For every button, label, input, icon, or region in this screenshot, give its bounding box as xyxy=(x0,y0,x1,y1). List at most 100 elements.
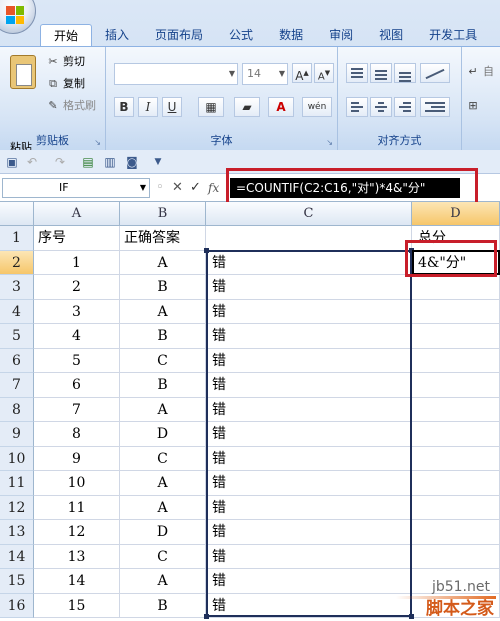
cell-a9[interactable]: 8 xyxy=(34,422,120,447)
tab-review[interactable]: 审阅 xyxy=(316,24,366,46)
cell-c8[interactable]: 错 xyxy=(206,397,412,422)
cell-b9[interactable]: D xyxy=(120,422,206,447)
redo-icon[interactable]: ↷ xyxy=(52,154,68,170)
select-all-corner[interactable] xyxy=(0,202,34,226)
cell-b3[interactable]: B xyxy=(120,275,206,300)
row-header-13[interactable]: 13 xyxy=(0,520,34,545)
cell-d10[interactable] xyxy=(412,446,500,471)
cell-a5[interactable]: 4 xyxy=(34,324,120,349)
cell-a2[interactable]: 1 xyxy=(34,250,120,275)
cell-a12[interactable]: 11 xyxy=(34,495,120,520)
row-header-15[interactable]: 15 xyxy=(0,569,34,594)
dialog-launcher-icon[interactable]: ↘ xyxy=(326,138,333,147)
wrap-text-button[interactable]: ↵ 自 xyxy=(466,63,494,81)
save-icon[interactable]: ▣ xyxy=(4,154,20,170)
cell-c15[interactable]: 错 xyxy=(206,569,412,594)
tab-developer[interactable]: 开发工具 xyxy=(416,24,490,46)
align-left-icon[interactable] xyxy=(346,97,368,117)
cell-b16[interactable]: B xyxy=(120,593,206,618)
align-bottom-icon[interactable] xyxy=(394,63,416,83)
undo-icon[interactable]: ↶ xyxy=(24,154,40,170)
cell-d9[interactable] xyxy=(412,422,500,447)
cell-b7[interactable]: B xyxy=(120,373,206,398)
row-header-9[interactable]: 9 xyxy=(0,422,34,447)
tab-insert[interactable]: 插入 xyxy=(92,24,142,46)
cell-c7[interactable]: 错 xyxy=(206,373,412,398)
office-button[interactable] xyxy=(0,0,36,34)
cell-d7[interactable] xyxy=(412,373,500,398)
insert-function-button[interactable]: fx xyxy=(208,179,219,197)
cell-d14[interactable] xyxy=(412,544,500,569)
column-header-a[interactable]: A xyxy=(34,202,120,226)
cell-a4[interactable]: 3 xyxy=(34,299,120,324)
paste-icon[interactable] xyxy=(10,55,36,89)
cell-b5[interactable]: B xyxy=(120,324,206,349)
copy-button[interactable]: ⧉ 复制 xyxy=(46,75,85,93)
cell-c5[interactable]: 错 xyxy=(206,324,412,349)
cell-c11[interactable]: 错 xyxy=(206,471,412,496)
cell-c14[interactable]: 错 xyxy=(206,544,412,569)
cell-a6[interactable]: 5 xyxy=(34,348,120,373)
column-header-b[interactable]: B xyxy=(120,202,206,226)
cell-d6[interactable] xyxy=(412,348,500,373)
cell-a10[interactable]: 9 xyxy=(34,446,120,471)
row-header-2[interactable]: 2 xyxy=(0,250,34,275)
row-header-10[interactable]: 10 xyxy=(0,446,34,471)
row-header-16[interactable]: 16 xyxy=(0,593,34,618)
cell-b1[interactable]: 正确答案 xyxy=(120,226,206,251)
spreadsheet-icon[interactable]: ▤ xyxy=(80,154,96,170)
cell-c1[interactable] xyxy=(206,226,412,251)
bold-button[interactable]: B xyxy=(114,97,134,117)
orientation-icon[interactable] xyxy=(420,63,450,83)
tab-data[interactable]: 数据 xyxy=(266,24,316,46)
cell-b2[interactable]: A xyxy=(120,250,206,275)
cell-b13[interactable]: D xyxy=(120,520,206,545)
cell-c12[interactable]: 错 xyxy=(206,495,412,520)
expand-icon[interactable]: ◦ xyxy=(156,179,164,197)
cell-c6[interactable]: 错 xyxy=(206,348,412,373)
cell-c2[interactable]: 错 xyxy=(206,250,412,275)
cell-b6[interactable]: C xyxy=(120,348,206,373)
cell-c16[interactable]: 错 xyxy=(206,593,412,618)
tab-home[interactable]: 开始 xyxy=(40,24,93,46)
row-header-7[interactable]: 7 xyxy=(0,373,34,398)
cell-a3[interactable]: 2 xyxy=(34,275,120,300)
cell-a8[interactable]: 7 xyxy=(34,397,120,422)
customize-qat-icon[interactable]: ▼ xyxy=(150,154,166,170)
cell-a14[interactable]: 13 xyxy=(34,544,120,569)
row-header-14[interactable]: 14 xyxy=(0,544,34,569)
font-name-combo[interactable]: ▼ xyxy=(114,63,238,85)
cell-a13[interactable]: 12 xyxy=(34,520,120,545)
fill-color-icon[interactable]: ▰ xyxy=(234,97,260,117)
align-top-icon[interactable] xyxy=(346,63,368,83)
cut-button[interactable]: ✂ 剪切 xyxy=(46,53,85,71)
row-header-5[interactable]: 5 xyxy=(0,324,34,349)
grow-font-icon[interactable]: A▲ xyxy=(292,63,312,83)
cell-d5[interactable] xyxy=(412,324,500,349)
row-header-12[interactable]: 12 xyxy=(0,495,34,520)
cell-a1[interactable]: 序号 xyxy=(34,226,120,251)
cell-d4[interactable] xyxy=(412,299,500,324)
italic-button[interactable]: I xyxy=(138,97,158,117)
cell-b11[interactable]: A xyxy=(120,471,206,496)
phonetic-button[interactable]: wén xyxy=(302,97,332,117)
cell-b10[interactable]: C xyxy=(120,446,206,471)
tab-formulas[interactable]: 公式 xyxy=(216,24,266,46)
underline-button[interactable]: U xyxy=(162,97,182,117)
cell-a15[interactable]: 14 xyxy=(34,569,120,594)
cell-c9[interactable]: 错 xyxy=(206,422,412,447)
column-header-d[interactable]: D xyxy=(412,202,500,226)
cell-b14[interactable]: C xyxy=(120,544,206,569)
cell-b8[interactable]: A xyxy=(120,397,206,422)
camera-icon[interactable]: ◙ xyxy=(124,154,140,170)
cell-d8[interactable] xyxy=(412,397,500,422)
cell-b15[interactable]: A xyxy=(120,569,206,594)
row-header-3[interactable]: 3 xyxy=(0,275,34,300)
row-header-4[interactable]: 4 xyxy=(0,299,34,324)
cell-d13[interactable] xyxy=(412,520,500,545)
align-middle-icon[interactable] xyxy=(370,63,392,83)
shrink-font-icon[interactable]: A▼ xyxy=(314,63,334,83)
merge-button[interactable]: ⊞ xyxy=(466,97,483,115)
font-color-icon[interactable]: A xyxy=(268,97,294,117)
dialog-launcher-icon[interactable]: ↘ xyxy=(94,138,101,147)
